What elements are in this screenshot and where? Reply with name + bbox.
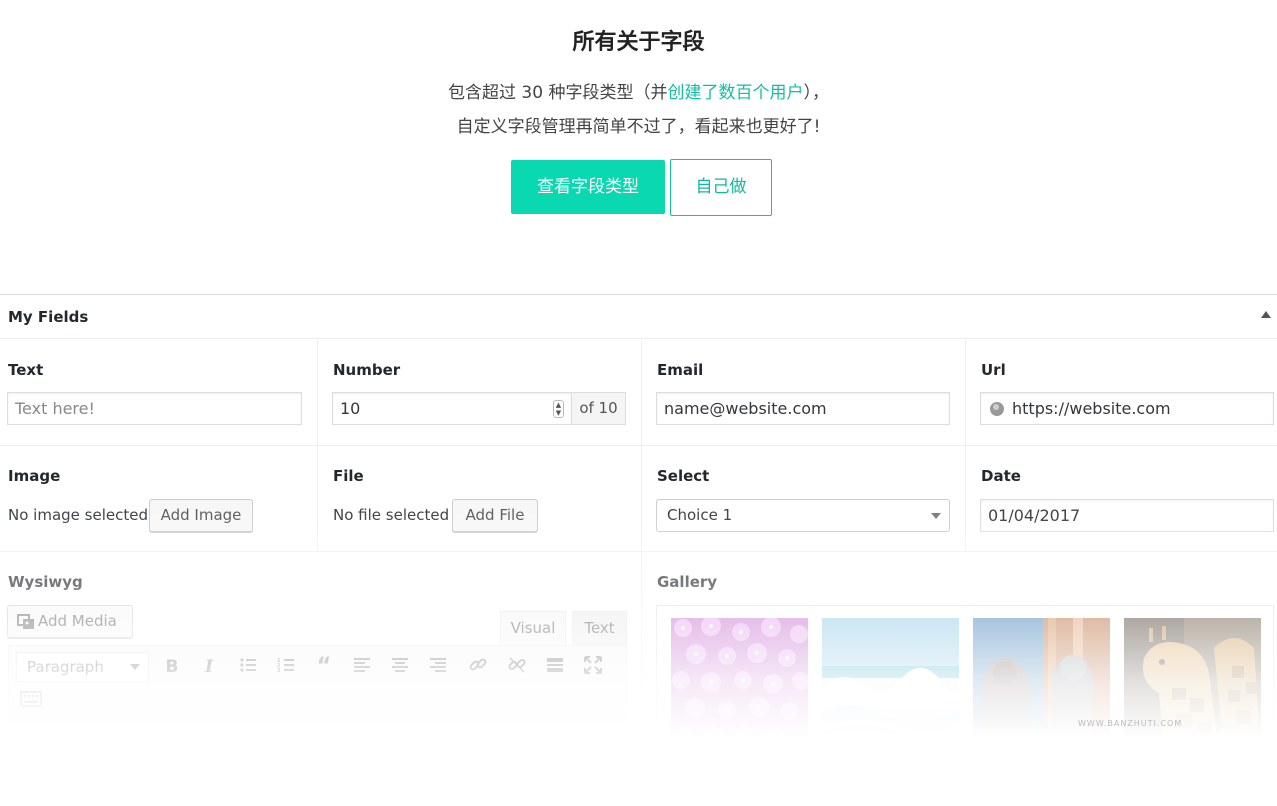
- svg-text:3: 3: [277, 668, 281, 674]
- number-append: of 10: [571, 392, 626, 425]
- text-field-label: Text: [8, 361, 44, 379]
- text-input-placeholder: Text here!: [15, 399, 95, 418]
- select-value: Choice 1: [667, 506, 733, 524]
- format-value: Paragraph: [27, 658, 104, 676]
- editor-toolbar: Paragraph B I 123 “: [8, 645, 627, 725]
- keyboard-icon[interactable]: [19, 690, 43, 714]
- align-right-icon[interactable]: [426, 655, 450, 679]
- hero-description-line-2: 自定义字段管理再简单不过了，看起来也更好了!: [456, 117, 821, 137]
- tab-visual[interactable]: Visual: [500, 611, 566, 646]
- number-field-label: Number: [333, 361, 401, 379]
- collapse-toggle-icon[interactable]: [1261, 311, 1271, 318]
- add-image-button[interactable]: Add Image: [149, 499, 253, 532]
- hero-text: 包含超过 30 种字段类型（并: [448, 83, 668, 103]
- date-field-label: Date: [981, 467, 1021, 485]
- gallery-container: [656, 605, 1274, 805]
- my-fields-metabox: My Fields Text Text here! Number 10 ▲ ▼ o…: [0, 294, 1277, 806]
- blockquote-icon[interactable]: “: [312, 655, 336, 679]
- view-field-types-button[interactable]: 查看字段类型: [511, 160, 665, 214]
- read-more-icon[interactable]: [543, 655, 567, 679]
- number-stepper-icon[interactable]: ▲ ▼: [553, 400, 564, 418]
- hero-title: 所有关于字段: [572, 30, 705, 55]
- add-media-button[interactable]: Add Media: [7, 605, 133, 638]
- image-field-label: Image: [8, 467, 61, 485]
- gallery-image-ocean-wave[interactable]: [822, 618, 959, 754]
- tab-text[interactable]: Text: [572, 611, 627, 646]
- align-left-icon[interactable]: [350, 655, 374, 679]
- choice-select[interactable]: Choice 1: [656, 499, 950, 532]
- url-value: https://website.com: [1012, 399, 1171, 418]
- column-divider: [641, 340, 642, 806]
- media-icon: [17, 614, 34, 629]
- align-center-icon[interactable]: [388, 655, 412, 679]
- unlink-icon[interactable]: [505, 655, 529, 679]
- gallery-image-flowers[interactable]: [671, 618, 808, 754]
- add-file-button[interactable]: Add File: [452, 499, 538, 532]
- format-select[interactable]: Paragraph: [16, 652, 149, 682]
- link-icon[interactable]: [466, 655, 490, 679]
- date-input[interactable]: 01/04/2017: [980, 499, 1274, 532]
- watermark: WWW.BANZHUTI.COM: [1078, 719, 1183, 728]
- italic-icon[interactable]: I: [197, 655, 221, 679]
- add-media-label: Add Media: [38, 612, 117, 630]
- row-divider: [0, 445, 1277, 446]
- bold-icon[interactable]: B: [160, 655, 184, 679]
- bullet-list-icon[interactable]: [236, 655, 260, 679]
- column-divider: [317, 340, 318, 551]
- hero-description-line-1: 包含超过 30 种字段类型（并创建了数百个用户），: [0, 78, 1277, 103]
- metabox-title: My Fields: [8, 308, 89, 326]
- file-field-label: File: [333, 467, 364, 485]
- row-divider: [0, 551, 1277, 552]
- hero-text: ），: [803, 83, 829, 103]
- file-status: No file selected: [333, 506, 450, 524]
- chevron-down-icon: [931, 513, 941, 519]
- number-value: 10: [340, 399, 361, 418]
- wysiwyg-field-label: Wysiwyg: [8, 573, 83, 591]
- diy-button[interactable]: 自己做: [670, 159, 772, 216]
- column-divider: [965, 340, 966, 551]
- email-field-label: Email: [657, 361, 704, 379]
- gallery-field-label: Gallery: [657, 573, 718, 591]
- fullscreen-icon[interactable]: [581, 655, 605, 679]
- numbered-list-icon[interactable]: 123: [274, 655, 298, 679]
- globe-icon: [990, 402, 1004, 416]
- text-input[interactable]: Text here!: [7, 392, 302, 425]
- url-input[interactable]: https://website.com: [980, 392, 1274, 425]
- gallery-image-giraffe[interactable]: [1124, 618, 1261, 754]
- url-field-label: Url: [981, 361, 1006, 379]
- chevron-down-icon: [130, 664, 140, 670]
- hero-link[interactable]: 创建了数百个用户: [667, 83, 803, 103]
- image-status: No image selected: [8, 506, 148, 524]
- email-input[interactable]: name@website.com: [656, 392, 950, 425]
- select-field-label: Select: [657, 467, 710, 485]
- gallery-image-statues[interactable]: [973, 618, 1110, 754]
- metabox-header[interactable]: My Fields: [0, 295, 1277, 339]
- number-input[interactable]: 10 ▲ ▼: [332, 392, 572, 425]
